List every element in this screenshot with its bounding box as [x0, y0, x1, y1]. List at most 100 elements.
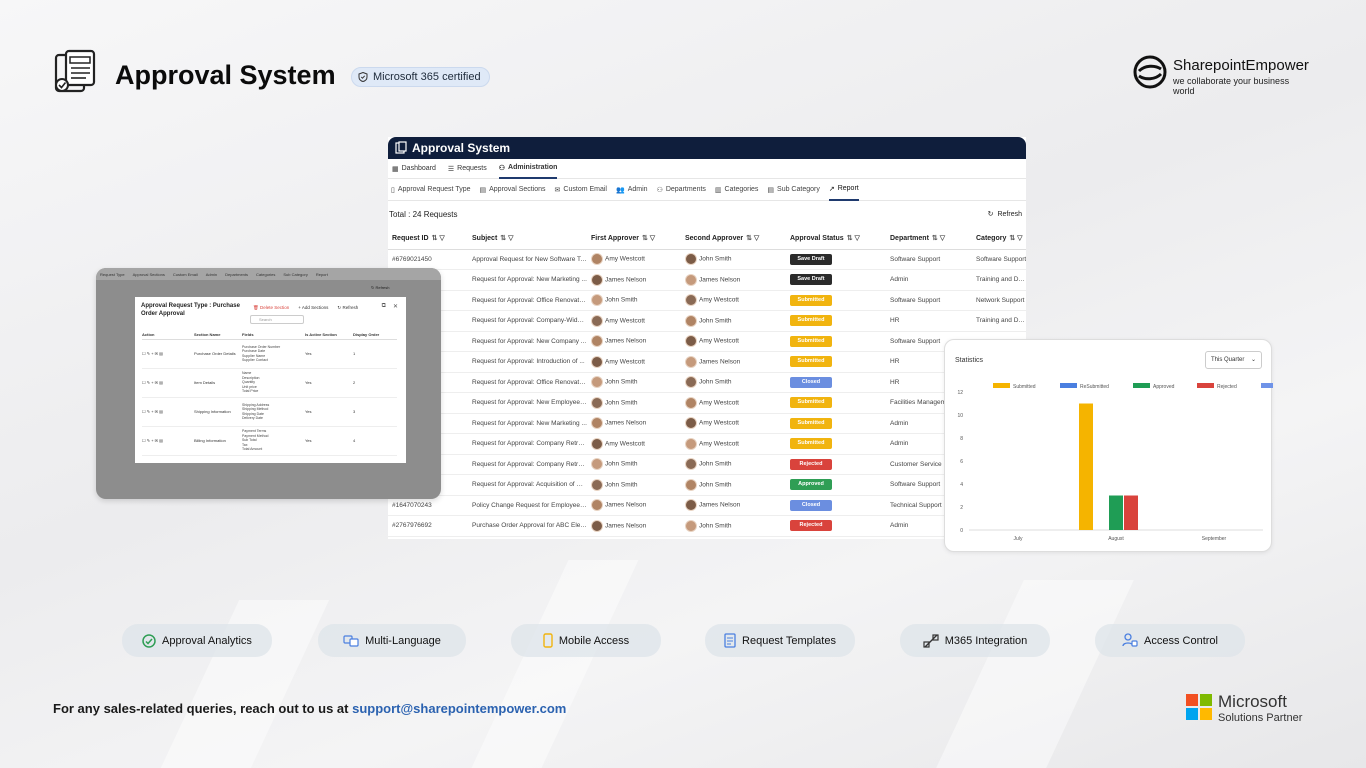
- checkbox-icon[interactable]: ☐: [142, 438, 146, 443]
- request-id-cell[interactable]: #6769021450: [388, 249, 468, 270]
- background-refresh[interactable]: ↻ Refresh: [371, 285, 389, 290]
- table-row[interactable]: Request for Approval: Acquisition of Pr.…: [388, 474, 1026, 496]
- refresh-button[interactable]: ↻ Refresh: [988, 210, 1022, 219]
- section-row[interactable]: ☐ ✎ + ✉ ▤ Shipping Information Shipping Ad…: [142, 397, 397, 427]
- status-badge: Submitted: [790, 397, 832, 409]
- sort-icon[interactable]: ⇅ ▽: [432, 235, 445, 242]
- table-row[interactable]: Request for Approval: Company-Wide ... Am…: [388, 310, 1026, 332]
- column-header[interactable]: First Approver ⇅ ▽: [587, 227, 681, 250]
- modal-column-header[interactable]: Display Order: [353, 330, 397, 340]
- tab-custom-email[interactable]: ✉ Custom Email: [555, 179, 607, 201]
- table-icon[interactable]: ▤: [159, 380, 163, 385]
- tab-admin[interactable]: 👥 Admin: [616, 179, 648, 201]
- plus-icon[interactable]: +: [151, 409, 153, 414]
- column-header[interactable]: Department ⇅ ▽: [886, 227, 972, 250]
- approver-name: James Nelson: [605, 501, 647, 509]
- mail-icon[interactable]: ✉: [155, 351, 158, 356]
- column-header[interactable]: Second Approver ⇅ ▽: [681, 227, 786, 250]
- table-row[interactable]: Request for Approval: Company Retreat Amy…: [388, 433, 1026, 455]
- sort-icon[interactable]: ⇅ ▽: [642, 235, 655, 242]
- modal-nav-item[interactable]: Categories: [256, 272, 275, 277]
- tab-sub-category[interactable]: ▤ Sub Category: [767, 179, 819, 201]
- table-row[interactable]: Request for Approval: Office Renovatio..…: [388, 290, 1026, 311]
- tab-approval-sections[interactable]: ▤ Approval Sections: [480, 179, 546, 201]
- add-sections-button[interactable]: + Add Sections: [298, 305, 328, 311]
- mail-icon[interactable]: ✉: [155, 380, 158, 385]
- modal-column-header[interactable]: Fields: [242, 330, 305, 340]
- table-row[interactable]: #2767976692 Purchase Order Approval for A…: [388, 515, 1026, 537]
- modal-column-header[interactable]: Section Name: [194, 330, 242, 340]
- edit-icon[interactable]: ✎: [147, 438, 150, 443]
- modal-column-header[interactable]: Action: [142, 330, 194, 340]
- table-row[interactable]: #6769021450 Approval Request for New Soft…: [388, 249, 1026, 270]
- tab-categories[interactable]: ▥ Categories: [715, 179, 758, 201]
- modal-refresh-button[interactable]: ↻ Refresh: [337, 305, 358, 311]
- table-icon[interactable]: ▤: [159, 438, 163, 443]
- plus-icon[interactable]: +: [151, 380, 153, 385]
- modal-nav-item[interactable]: Report: [316, 272, 328, 277]
- edit-icon[interactable]: ✎: [147, 380, 150, 385]
- approver-name: James Nelson: [605, 419, 647, 427]
- modal-search-input[interactable]: Search: [250, 315, 304, 324]
- tab-administration[interactable]: ⚇ Administration: [498, 159, 558, 179]
- modal-nav-item[interactable]: Approval Sections: [133, 272, 165, 277]
- avatar: [685, 499, 697, 512]
- table-row[interactable]: Request for Approval: New Marketing ... J…: [388, 413, 1026, 434]
- table-icon[interactable]: ▤: [159, 409, 163, 414]
- table-row[interactable]: Request for Approval: Introduction of ..…: [388, 351, 1026, 373]
- table-row[interactable]: Request for Approval: Office Renovatio..…: [388, 372, 1026, 393]
- modal-nav-item[interactable]: Custom Email: [173, 272, 198, 277]
- section-row[interactable]: ☐ ✎ + ✉ ▤ Billing Information Payment Term…: [142, 426, 397, 456]
- delete-section-button[interactable]: 🗑 Delete Section: [253, 305, 289, 311]
- table-icon[interactable]: ▤: [159, 351, 163, 356]
- support-email-link[interactable]: support@sharepointempower.com: [352, 701, 566, 716]
- department-cell: HR: [886, 310, 972, 332]
- column-header[interactable]: Approval Status ⇅ ▽: [786, 227, 886, 250]
- tab-requests[interactable]: ☰ Requests: [448, 159, 487, 179]
- table-row[interactable]: Request for Approval: New Company ... Jam…: [388, 331, 1026, 352]
- tab-approval-request-type[interactable]: ▯ Approval Request Type: [391, 179, 471, 201]
- mail-icon[interactable]: ✉: [155, 409, 158, 414]
- checkbox-icon[interactable]: ☐: [142, 409, 146, 414]
- status-badge: Rejected: [790, 520, 832, 532]
- first-approver-cell: James Nelson: [587, 495, 681, 516]
- modal-column-header[interactable]: Is Active Section: [305, 330, 353, 340]
- table-row[interactable]: Request for Approval: New Marketing ... J…: [388, 269, 1026, 291]
- section-row[interactable]: ☐ ✎ + ✉ ▤ Item Details Name Description Quan…: [142, 368, 397, 398]
- plus-icon[interactable]: +: [151, 438, 153, 443]
- column-header[interactable]: Request ID ⇅ ▽: [388, 227, 468, 250]
- status-badge: Submitted: [790, 438, 832, 450]
- table-row[interactable]: Request for Approval: New Employee T... J…: [388, 392, 1026, 414]
- certified-label: Microsoft 365 certified: [373, 71, 481, 83]
- close-icon[interactable]: ✕: [393, 303, 398, 310]
- section-row[interactable]: ☐ ✎ + ✉ ▤ Purchase Order Details Purchase …: [142, 339, 397, 369]
- tab-dashboard[interactable]: ▦ Dashboard: [392, 159, 436, 179]
- expand-icon[interactable]: ⧉: [382, 303, 386, 310]
- modal-nav-item[interactable]: Admin: [206, 272, 217, 277]
- checkbox-icon[interactable]: ☐: [142, 351, 146, 356]
- sections-table: Action Section Name Fields Is Active Sectio…: [142, 330, 397, 456]
- edit-icon[interactable]: ✎: [147, 351, 150, 356]
- column-header[interactable]: Category ⇅ ▽: [972, 227, 1026, 250]
- tab-departments[interactable]: ⚇ Departments: [657, 179, 706, 201]
- sort-icon[interactable]: ⇅ ▽: [1009, 235, 1022, 242]
- sort-icon[interactable]: ⇅ ▽: [746, 235, 759, 242]
- modal-nav-item[interactable]: Sub Category: [283, 272, 307, 277]
- sort-icon[interactable]: ⇅ ▽: [500, 235, 513, 242]
- x-tick-label: September: [1202, 536, 1227, 542]
- request-id-cell[interactable]: #2767976692: [388, 515, 468, 537]
- edit-icon[interactable]: ✎: [147, 409, 150, 414]
- approver-name: Amy Westcott: [605, 358, 645, 366]
- sort-icon[interactable]: ⇅ ▽: [932, 235, 945, 242]
- column-header[interactable]: Subject ⇅ ▽: [468, 227, 587, 250]
- row-actions: ☐ ✎ + ✉ ▤: [142, 368, 194, 398]
- modal-nav-item[interactable]: Request Type: [100, 272, 125, 277]
- mail-icon[interactable]: ✉: [155, 438, 158, 443]
- modal-nav-item[interactable]: Departments: [225, 272, 248, 277]
- plus-icon[interactable]: +: [151, 351, 153, 356]
- sort-icon[interactable]: ⇅ ▽: [847, 235, 860, 242]
- checkbox-icon[interactable]: ☐: [142, 380, 146, 385]
- table-row[interactable]: Request for Approval: Company Retreat Joh…: [388, 454, 1026, 475]
- table-row[interactable]: #1647070243 Policy Change Request for Emp…: [388, 495, 1026, 516]
- tab-report[interactable]: ↗ Report: [828, 179, 859, 201]
